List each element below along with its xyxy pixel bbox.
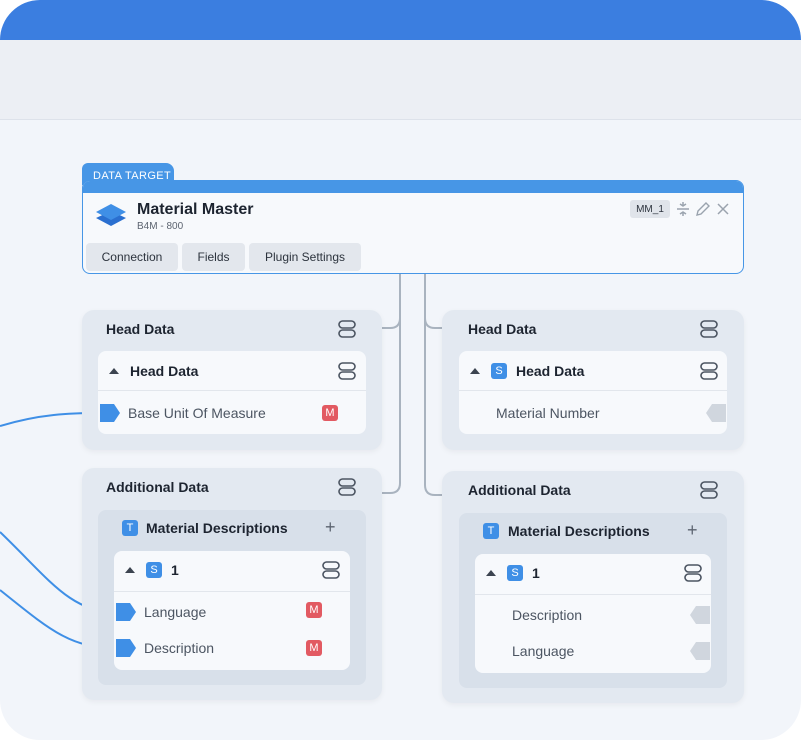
section-title: Head Data [516,363,585,379]
collapse-triangle-icon[interactable] [470,368,480,374]
connector-right-head [424,274,442,329]
field-label: Base Unit Of Measure [128,405,266,421]
divider [459,390,727,391]
layers-icon [96,204,126,226]
app-frame: DATA TARGET Material Master B4M - 800 MM… [0,0,801,740]
structure-icon[interactable] [338,320,356,338]
table-title: Material Descriptions [508,523,650,539]
structure-type-icon: S [507,565,523,581]
edit-icon[interactable] [695,201,711,217]
close-icon[interactable] [717,203,729,215]
alias-badge: MM_1 [630,200,670,218]
structure-type-icon: S [146,562,162,578]
field-label: Language [144,604,207,620]
connector-right-additional [424,274,442,496]
group-title: Head Data [468,321,537,337]
structure-icon[interactable] [700,481,718,499]
group-title: Head Data [106,321,175,337]
collapse-triangle-icon[interactable] [486,570,496,576]
structure-icon[interactable] [684,564,702,582]
table-type-icon: T [122,520,138,536]
mandatory-badge: M [322,405,338,421]
field-label: Material Number [496,405,600,421]
connector-left-additional [382,274,401,494]
target-subtitle: B4M - 800 [137,221,184,232]
section-title: Head Data [130,363,199,379]
field-label: Description [144,640,215,656]
divider [98,390,366,391]
structure-icon[interactable] [338,362,356,380]
connection-button[interactable]: Connection [86,243,178,271]
structure-title: 1 [171,562,179,578]
divider [114,591,350,592]
target-title: Material Master [137,201,254,218]
structure-icon[interactable] [700,320,718,338]
group-title: Additional Data [106,479,209,495]
field-label: Description [512,607,583,623]
structure-title: 1 [532,565,540,581]
collapse-triangle-icon[interactable] [125,567,135,573]
fields-button[interactable]: Fields [182,243,245,271]
divider [475,594,711,595]
structure-icon[interactable] [338,478,356,496]
field-label: Language [512,643,575,659]
connector-left-head [382,274,401,329]
add-icon[interactable]: + [687,520,698,541]
mandatory-badge: M [306,640,322,656]
structure-icon[interactable] [322,561,340,579]
collapse-icon[interactable] [676,201,690,217]
structure-icon[interactable] [700,362,718,380]
plugin-settings-button[interactable]: Plugin Settings [249,243,361,271]
structure-type-icon: S [491,363,507,379]
collapse-triangle-icon[interactable] [109,368,119,374]
group-title: Additional Data [468,482,571,498]
add-icon[interactable]: + [325,517,336,538]
mandatory-badge: M [306,602,322,618]
table-type-icon: T [483,523,499,539]
table-title: Material Descriptions [146,520,288,536]
